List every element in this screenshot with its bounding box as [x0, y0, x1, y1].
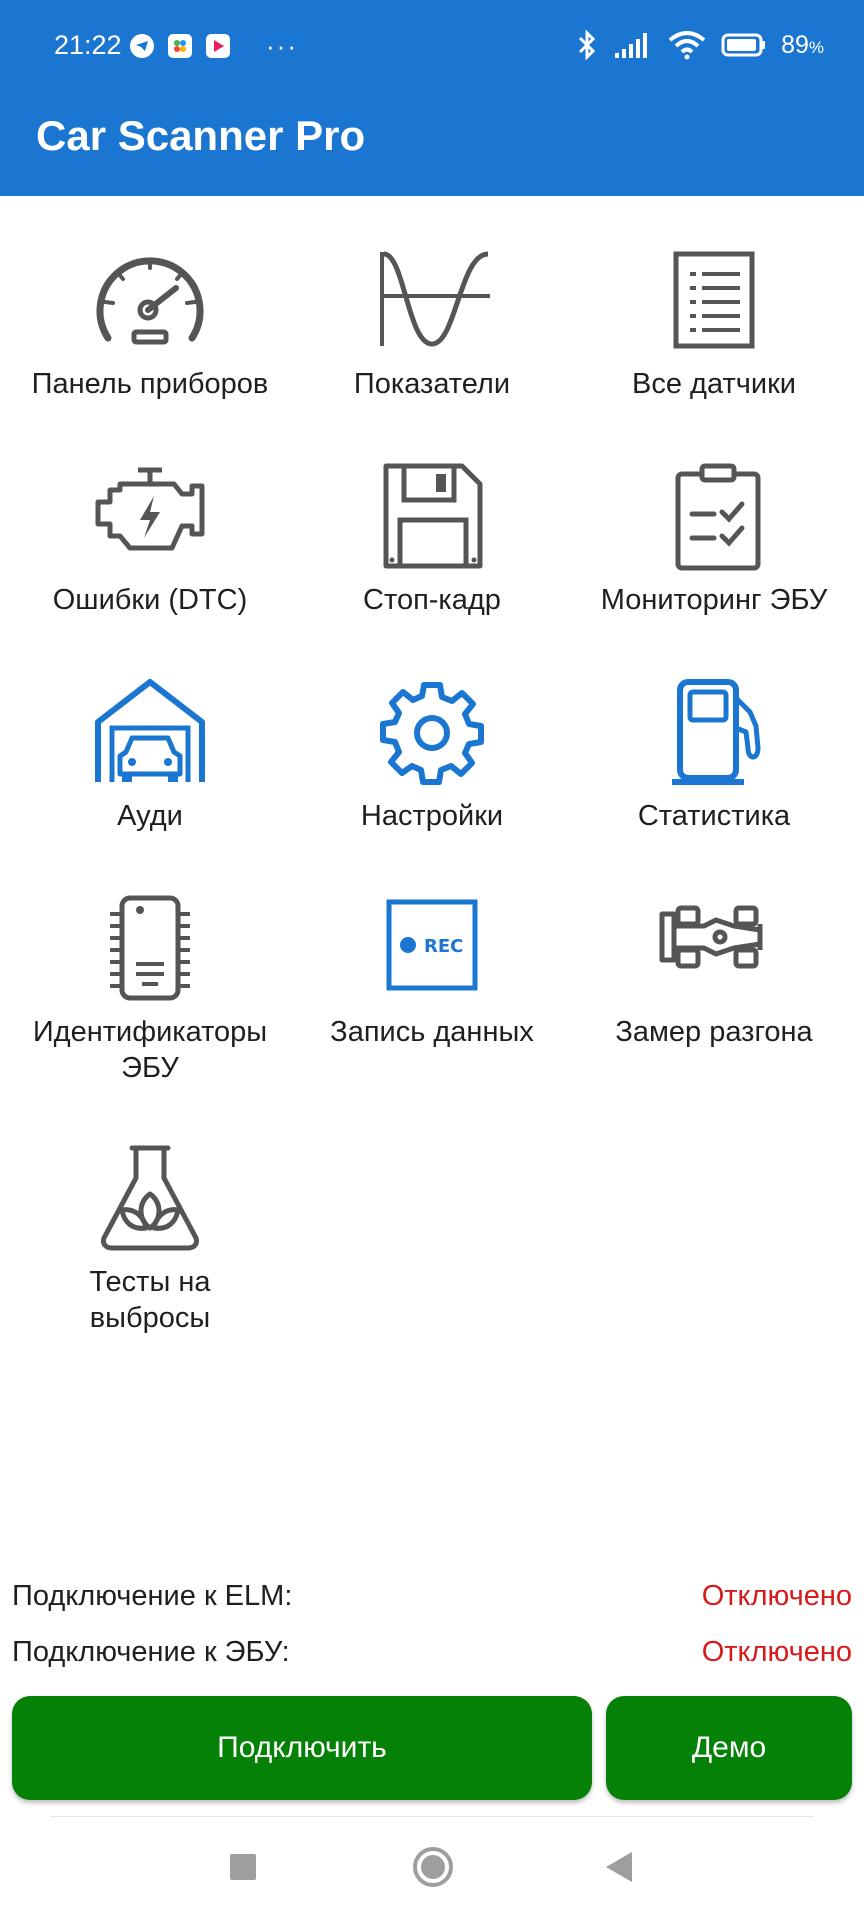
- menu-item-acceleration[interactable]: Замер разгона: [570, 894, 858, 1050]
- menu-item-audi[interactable]: Ауди: [6, 678, 294, 834]
- menu-label: Статистика: [637, 800, 791, 832]
- svg-text:REC: REC: [424, 936, 463, 957]
- back-icon: [606, 1852, 632, 1882]
- menu-item-all-sensors[interactable]: Все датчики: [570, 246, 858, 402]
- more-notifications: ···: [266, 31, 298, 61]
- clipboard-check-icon: [675, 463, 761, 571]
- app-title: Car Scanner Pro: [36, 112, 366, 159]
- menu-item-settings[interactable]: Настройки: [288, 678, 576, 834]
- menu-item-data-recording[interactable]: REC Запись данных: [288, 894, 576, 1050]
- menu-item-ecu-ids[interactable]: Идентификаторы ЭБУ: [6, 894, 294, 1086]
- play-store-icon: [206, 34, 230, 58]
- elm-connection-status: Отключено: [701, 1580, 852, 1612]
- gauge-icon: [96, 257, 204, 345]
- waveform-icon: [380, 251, 490, 347]
- status-bar: 21:22 ··· 89%: [0, 0, 864, 96]
- gear-icon: [380, 682, 484, 785]
- menu-label: Ауди: [117, 800, 183, 832]
- menu-item-dtc[interactable]: Ошибки (DTC): [6, 462, 294, 618]
- connect-button[interactable]: Подключить: [12, 1696, 592, 1800]
- menu-label: Настройки: [360, 800, 504, 832]
- home-button[interactable]: [412, 1846, 454, 1893]
- battery-level: 89%: [781, 30, 824, 59]
- ecu-connection-label: Подключение к ЭБУ:: [12, 1636, 290, 1668]
- menu-label: Стоп-кадр: [363, 584, 501, 616]
- battery-icon: [721, 33, 766, 57]
- bluetooth-icon: [579, 30, 596, 60]
- list-icon: [673, 251, 755, 349]
- menu-label: Идентификаторы ЭБУ: [32, 1016, 268, 1084]
- menu-item-emission-tests[interactable]: Тесты на выбросы: [6, 1144, 294, 1336]
- menu-label: Ошибки (DTC): [52, 584, 248, 616]
- menu-item-ecu-monitoring[interactable]: Мониторинг ЭБУ: [570, 462, 858, 618]
- signal-icon: [615, 33, 648, 58]
- flask-leaf-icon: [101, 1145, 199, 1251]
- menu-label: Замер разгона: [615, 1016, 813, 1048]
- menu-item-dashboard[interactable]: Панель приборов: [6, 246, 294, 402]
- race-car-icon: [659, 905, 763, 969]
- menu-item-statistics[interactable]: Статистика: [570, 678, 858, 834]
- top-bar: 21:22 ··· 89% Car Scanner Pro: [0, 0, 864, 196]
- app-notification-icon: [168, 34, 192, 58]
- menu-label: Панель приборов: [31, 368, 269, 400]
- menu-item-indicators[interactable]: Показатели: [288, 246, 576, 402]
- recents-button[interactable]: [230, 1854, 256, 1885]
- nav-divider: [50, 1816, 814, 1817]
- recents-icon: [230, 1854, 256, 1880]
- fuel-pump-icon: [672, 679, 761, 785]
- menu-label: Запись данных: [330, 1016, 534, 1048]
- wifi-icon: [668, 31, 706, 60]
- menu-item-freeze-frame[interactable]: Стоп-кадр: [288, 462, 576, 618]
- chip-icon: [110, 895, 190, 1001]
- menu-label: Тесты на выбросы: [89, 1266, 211, 1334]
- menu-label: Все датчики: [632, 368, 796, 400]
- status-time: 21:22: [54, 30, 122, 60]
- demo-button[interactable]: Демо: [606, 1696, 852, 1800]
- back-button[interactable]: [606, 1852, 632, 1887]
- garage-car-icon: [95, 679, 205, 782]
- telegram-icon: [130, 34, 154, 58]
- menu-label: Мониторинг ЭБУ: [600, 584, 828, 616]
- menu-label: Показатели: [353, 368, 511, 400]
- engine-icon: [95, 467, 205, 551]
- home-icon: [413, 1847, 453, 1887]
- elm-connection-label: Подключение к ELM:: [12, 1580, 293, 1612]
- ecu-connection-status: Отключено: [701, 1636, 852, 1668]
- floppy-icon: [383, 463, 483, 569]
- rec-icon: REC: [386, 899, 478, 991]
